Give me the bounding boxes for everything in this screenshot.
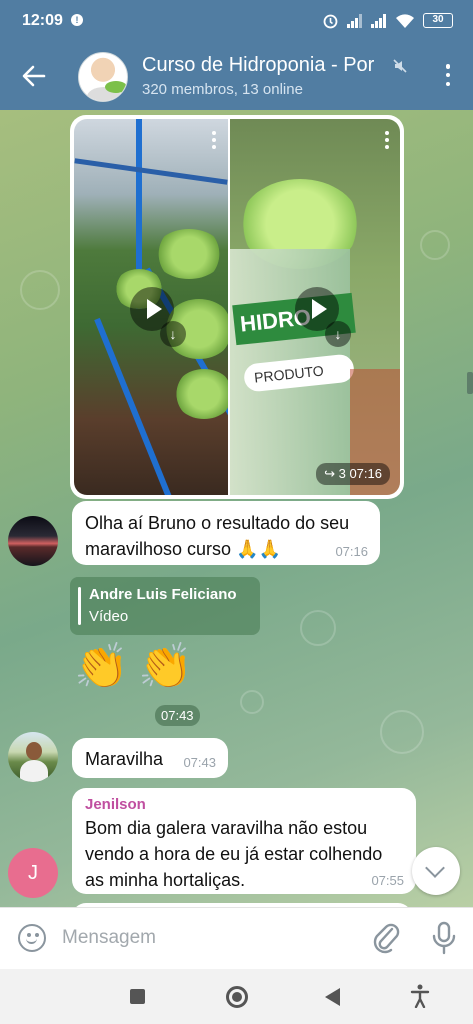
group-subtitle: 320 membros, 13 online bbox=[142, 81, 303, 98]
avatar-initial: J bbox=[28, 862, 38, 884]
scrollbar-handle[interactable] bbox=[467, 372, 473, 394]
video-thumbnail-right[interactable]: HIDRO PRODUTO ↓ ↪ 3 07:16 bbox=[230, 119, 400, 495]
tile-menu-icon[interactable] bbox=[385, 131, 389, 149]
status-time: 12:09 bbox=[22, 12, 63, 29]
message-text-line: Olha aí Bruno o resultado do seu bbox=[85, 513, 350, 533]
attach-icon[interactable] bbox=[372, 920, 400, 954]
forward-icon: ↪ bbox=[324, 466, 335, 481]
chat-header: Curso de Hidroponia - Por 320 membros, 1… bbox=[0, 44, 473, 110]
signal-icon-2 bbox=[371, 13, 387, 28]
message-input[interactable]: Mensagem bbox=[62, 927, 156, 949]
message-text-line: Bom dia galera varavilha não estou bbox=[85, 818, 368, 838]
forward-count: 3 bbox=[338, 466, 346, 481]
download-icon[interactable]: ↓ bbox=[325, 321, 351, 347]
forwarded-type: Vídeo bbox=[89, 608, 129, 625]
back-nav-icon[interactable] bbox=[325, 988, 340, 1006]
more-menu-icon[interactable] bbox=[445, 64, 451, 86]
message-text: Maravilha bbox=[85, 749, 164, 769]
message-text-line: as minha hortaliças. bbox=[85, 870, 246, 890]
message-time: 07:43 bbox=[183, 755, 216, 770]
mute-icon bbox=[393, 59, 407, 73]
alarm-icon bbox=[323, 14, 338, 29]
download-icon[interactable]: ↓ bbox=[160, 321, 186, 347]
media-meta: ↪ 3 07:16 bbox=[316, 463, 390, 485]
microphone-icon[interactable] bbox=[430, 920, 458, 956]
emoji-icon[interactable] bbox=[18, 924, 46, 952]
clap-emoji[interactable]: 👏 bbox=[74, 640, 129, 692]
message-time: 07:43 bbox=[155, 705, 200, 726]
message-bubble[interactable]: Maravilha 07:43 bbox=[72, 738, 228, 778]
recent-apps-icon[interactable] bbox=[130, 989, 145, 1004]
status-icons: 30 bbox=[322, 12, 453, 29]
home-icon[interactable] bbox=[226, 986, 248, 1008]
status-bar: 12:09 ! 30 bbox=[0, 0, 473, 44]
clap-emoji[interactable]: 👏 bbox=[138, 640, 193, 692]
system-nav-bar bbox=[0, 969, 473, 1024]
tile-menu-icon[interactable] bbox=[212, 131, 216, 149]
wifi-icon bbox=[396, 13, 414, 28]
video-thumbnail-left[interactable]: ↓ bbox=[74, 119, 228, 495]
forwarded-header[interactable]: Andre Luis Feliciano Vídeo bbox=[70, 577, 260, 635]
message-time: 07:16 bbox=[335, 544, 368, 559]
message-input-bar: Mensagem bbox=[0, 907, 473, 969]
message-bubble[interactable]: Olha aí Bruno o resultado do seu maravil… bbox=[72, 501, 380, 565]
sender-avatar-initial[interactable]: J bbox=[8, 848, 58, 898]
sender-avatar[interactable] bbox=[8, 732, 58, 782]
media-time: 07:16 bbox=[349, 466, 382, 481]
message-time: 07:55 bbox=[371, 873, 404, 888]
battery-icon: 30 bbox=[423, 13, 453, 28]
notification-icon: ! bbox=[71, 14, 83, 26]
message-bubble[interactable]: Jenilson Bom dia galera varavilha não es… bbox=[72, 788, 416, 894]
sender-name[interactable]: Jenilson bbox=[85, 796, 416, 813]
sender-avatar[interactable] bbox=[8, 516, 58, 566]
message-text-line: vendo a hora de eu já estar colhendo bbox=[85, 844, 383, 864]
scroll-down-button[interactable] bbox=[412, 847, 460, 895]
media-album[interactable]: ↓ HIDRO PRODUTO ↓ ↪ 3 07:16 bbox=[70, 115, 404, 499]
forwarded-from-name[interactable]: Andre Luis Feliciano bbox=[89, 586, 237, 603]
group-title[interactable]: Curso de Hidroponia - Por bbox=[142, 54, 392, 77]
chat-area[interactable]: ↓ HIDRO PRODUTO ↓ ↪ 3 07:16 Olha aí Brun… bbox=[0, 110, 473, 907]
back-arrow-icon[interactable] bbox=[20, 62, 48, 90]
signal-icon bbox=[347, 13, 363, 28]
accessibility-icon[interactable] bbox=[410, 984, 430, 1008]
group-avatar[interactable] bbox=[78, 52, 128, 102]
